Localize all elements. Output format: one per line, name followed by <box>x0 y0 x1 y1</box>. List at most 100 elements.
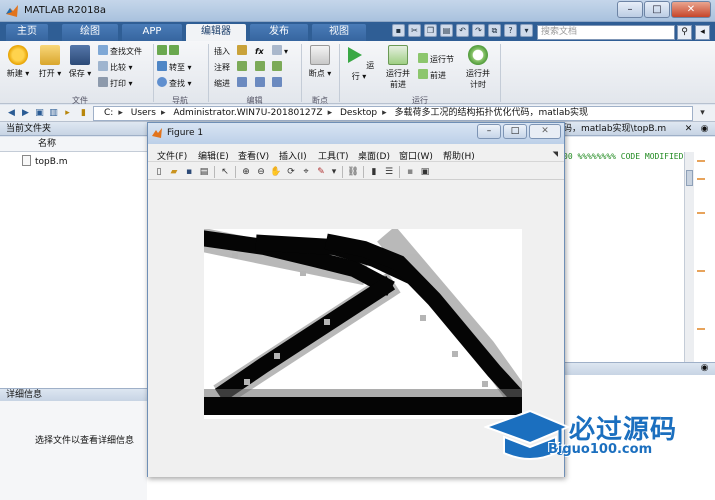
figure-title-bar[interactable]: Figure 1 – □ ✕ <box>148 123 564 144</box>
close-button[interactable]: ✕ <box>671 1 711 18</box>
run-section-button[interactable]: 运行节 <box>418 53 454 66</box>
tab-editor[interactable]: 编辑器 <box>186 24 246 41</box>
folder-icon[interactable]: ▸ <box>62 108 73 119</box>
code-line[interactable]: 00 %%%%%%%% CODE MODIFIED <box>563 152 685 161</box>
switch-windows-icon[interactable]: ⧉ <box>488 24 501 37</box>
customize-quick-icon[interactable]: ▾ <box>520 24 533 37</box>
list-item[interactable]: topB.m <box>22 155 68 167</box>
analyzer-marker[interactable] <box>697 178 705 180</box>
figure-maximize-button[interactable]: □ <box>503 124 527 139</box>
run-and-advance-button[interactable]: 运行并 前进 <box>380 45 416 90</box>
search-documentation-input[interactable]: 搜索文档 <box>537 25 675 40</box>
search-icon[interactable]: ⚲ <box>677 25 692 40</box>
run-button[interactable]: 运行 ▾ <box>343 45 375 82</box>
topology-result-image[interactable] <box>204 229 522 419</box>
figure-close-button[interactable]: ✕ <box>529 124 561 139</box>
data-cursor-icon[interactable]: ⌖ <box>300 166 312 178</box>
smart-indent-icon[interactable] <box>237 77 249 90</box>
goto-button[interactable]: 转至 ▾ <box>157 61 192 74</box>
menu-window[interactable]: 窗口(W) <box>399 149 433 162</box>
help-quick-icon[interactable]: ? <box>504 24 517 37</box>
breakpoints-button[interactable]: 断点 ▾ <box>304 45 336 79</box>
menu-help[interactable]: 帮助(H) <box>443 149 475 162</box>
menu-tools[interactable]: 工具(T) <box>318 149 349 162</box>
wrap-comment-icon[interactable] <box>272 61 284 74</box>
editor-actions-icon[interactable]: ◉ <box>699 124 710 135</box>
find-button[interactable]: 查找 ▾ <box>157 77 192 90</box>
link-plot-icon[interactable]: ⛓ <box>347 166 359 178</box>
rotate-3d-icon[interactable]: ⟳ <box>285 166 297 178</box>
scrollbar-thumb[interactable] <box>686 170 693 186</box>
path-segment-desktop[interactable]: Desktop <box>340 108 377 118</box>
open-button[interactable]: 打开 ▾ <box>34 45 66 79</box>
path-segment-drive[interactable]: C: <box>104 108 113 118</box>
notification-icon[interactable]: ◂ <box>695 25 710 40</box>
forward-icon[interactable]: ▶ <box>20 108 31 119</box>
dock-figure-icon[interactable]: ◥ <box>553 150 558 158</box>
editor-vertical-scrollbar[interactable] <box>684 152 694 362</box>
print-figure-icon[interactable]: ▤ <box>198 166 210 178</box>
open-file-icon[interactable]: ▰ <box>168 166 180 178</box>
menu-view[interactable]: 查看(V) <box>238 149 269 162</box>
undo-quick-icon[interactable]: ↶ <box>456 24 469 37</box>
insert-text-icon[interactable]: ▾ <box>272 45 288 58</box>
figure-minimize-button[interactable]: – <box>477 124 501 139</box>
analyzer-marker[interactable] <box>697 212 705 214</box>
hide-plot-tools-icon[interactable]: ▪ <box>404 166 416 178</box>
new-button[interactable]: 新建 ▾ <box>2 45 34 79</box>
menu-edit[interactable]: 编辑(E) <box>198 149 229 162</box>
increase-indent-icon[interactable] <box>255 77 267 90</box>
tab-apps[interactable]: APP <box>122 24 182 41</box>
current-folder-path[interactable]: C: ▸ Users ▸ Administrator.WIN7U-20180127Z… <box>93 106 693 121</box>
new-figure-icon[interactable]: ▯ <box>153 166 165 178</box>
redo-quick-icon[interactable]: ↷ <box>472 24 485 37</box>
comment-button[interactable]: 注释 <box>214 61 230 74</box>
tab-home[interactable]: 主页 <box>6 24 48 41</box>
path-dropdown-icon[interactable]: ▾ <box>697 108 708 119</box>
insert-colorbar-icon[interactable]: ▮ <box>368 166 380 178</box>
back-icon[interactable]: ◀ <box>6 108 17 119</box>
tab-view[interactable]: 视图 <box>312 24 366 41</box>
column-header-name[interactable]: 名称 <box>0 137 147 152</box>
browse-folder-icon[interactable]: ▥ <box>48 108 59 119</box>
maximize-button[interactable]: □ <box>644 1 670 18</box>
insert-section-icon[interactable] <box>237 45 249 58</box>
insert-button[interactable]: 插入 <box>214 45 230 58</box>
path-segment-project[interactable]: 多载荷多工况的结构拓扑优化代码，matlab实现 <box>395 108 589 118</box>
menu-desktop[interactable]: 桌面(D) <box>358 149 390 162</box>
edit-plot-arrow-icon[interactable]: ↖ <box>219 166 231 178</box>
tab-plots[interactable]: 绘图 <box>62 24 118 41</box>
print-button[interactable]: 打印 ▾ <box>98 77 133 90</box>
paste-quick-icon[interactable]: ▤ <box>440 24 453 37</box>
save-button[interactable]: 保存 ▾ <box>64 45 96 79</box>
save-figure-icon[interactable]: ▪ <box>183 166 195 178</box>
brush-dropdown-icon[interactable]: ▾ <box>328 166 340 178</box>
insert-function-button[interactable]: fx <box>255 45 264 58</box>
analyzer-marker[interactable] <box>697 270 705 272</box>
copy-quick-icon[interactable]: ❐ <box>424 24 437 37</box>
insert-legend-icon[interactable]: ☰ <box>383 166 395 178</box>
editor-close-icon[interactable]: ✕ <box>683 124 694 135</box>
comment-percent-icon[interactable] <box>237 61 249 74</box>
tab-publish[interactable]: 发布 <box>250 24 308 41</box>
pan-hand-icon[interactable]: ✋ <box>270 166 282 178</box>
up-folder-icon[interactable]: ▣ <box>34 108 45 119</box>
minimize-button[interactable]: – <box>617 1 643 18</box>
find-files-button[interactable]: 查找文件 <box>98 45 142 58</box>
zoom-out-icon[interactable]: ⊖ <box>255 166 267 178</box>
brush-icon[interactable]: ✎ <box>315 166 327 178</box>
show-plot-tools-icon[interactable]: ▣ <box>419 166 431 178</box>
menu-insert[interactable]: 插入(I) <box>279 149 307 162</box>
run-and-time-button[interactable]: 运行并 计时 <box>460 45 496 90</box>
path-segment-users[interactable]: Users <box>131 108 156 118</box>
path-segment-user[interactable]: Administrator.WIN7U-20180127Z <box>173 108 322 118</box>
indent-button[interactable]: 缩进 <box>214 77 230 90</box>
advance-button[interactable]: 前进 <box>418 69 446 82</box>
decrease-indent-icon[interactable] <box>272 77 284 90</box>
menu-file[interactable]: 文件(F) <box>157 149 187 162</box>
compare-button[interactable]: 比较 ▾ <box>98 61 133 74</box>
zoom-in-icon[interactable]: ⊕ <box>240 166 252 178</box>
cut-quick-icon[interactable]: ✂ <box>408 24 421 37</box>
analyzer-marker[interactable] <box>697 328 705 330</box>
uncomment-icon[interactable] <box>255 61 267 74</box>
